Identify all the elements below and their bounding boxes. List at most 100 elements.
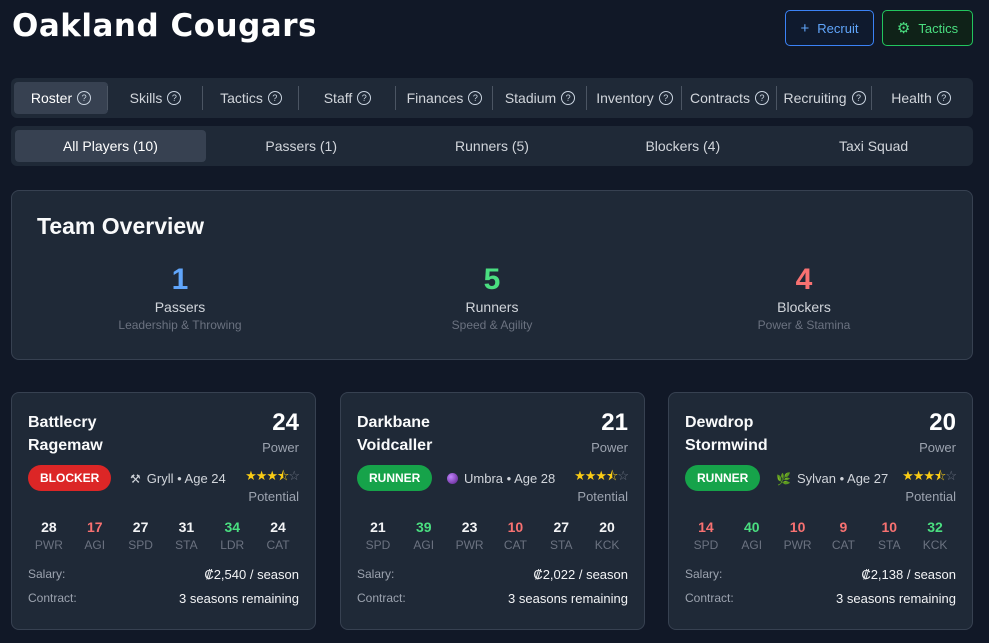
stat-label: AGI [741, 538, 763, 552]
stat-value: 21 [370, 519, 386, 535]
player-card[interactable]: Darkbane Voidcaller 21 Power RUNNER Umbr… [340, 392, 645, 630]
tactics-button[interactable]: ⚙ Tactics [882, 10, 973, 46]
player-power: 20 Power [919, 409, 956, 455]
potential-label: Potential [905, 489, 956, 504]
star-full-icon: ★ [902, 468, 914, 483]
stat-value: 28 [41, 519, 57, 535]
tab-roster[interactable]: Roster ? [14, 82, 108, 114]
stat-pwr: 23 PWR [447, 519, 493, 552]
star-full-icon: ★ [255, 468, 268, 483]
tab-inventory[interactable]: Inventory ? [587, 82, 682, 114]
filter-passers[interactable]: Passers (1) [206, 130, 397, 162]
stat-pwr: 10 PWR [775, 519, 821, 552]
stat-label: STA [175, 538, 198, 552]
contract-row: Contract: 3 seasons remaining [28, 591, 299, 606]
stat-value: 20 [599, 519, 615, 535]
player-name-last: Ragemaw [28, 437, 103, 454]
player-card[interactable]: Dewdrop Stormwind 20 Power RUNNER 🌿 Sylv… [668, 392, 973, 630]
star-empty-icon: ☆ [288, 468, 300, 483]
help-icon[interactable]: ? [754, 91, 769, 105]
overview-runners: 5 Runners Speed & Agility [362, 263, 622, 332]
stat-value: 27 [132, 519, 149, 535]
stat-label: SPD [693, 538, 719, 552]
help-icon[interactable]: ? [561, 91, 576, 105]
help-icon[interactable]: ? [658, 91, 673, 105]
tactics-label: Tactics [918, 20, 959, 36]
player-name-first: Darkbane [357, 414, 430, 431]
tab-stadium[interactable]: Stadium ? [493, 82, 587, 114]
star-full-icon: ★ [584, 468, 597, 483]
help-icon[interactable]: ? [936, 91, 951, 105]
tab-label: Stadium [504, 90, 557, 106]
leaf-icon: 🌿 [776, 471, 791, 486]
stat-kck: 20 KCK [584, 519, 630, 552]
stat-value: 24 [270, 519, 286, 535]
passers-count: 1 [171, 263, 189, 296]
race-age: Sylvan • Age 27 [796, 471, 889, 486]
player-name-first: Battlecry [28, 414, 97, 431]
star-full-icon: ★ [923, 468, 935, 483]
role-badge: RUNNER [357, 465, 433, 491]
help-icon[interactable]: ? [77, 91, 92, 105]
stat-value: 10 [789, 519, 806, 535]
filter-runners[interactable]: Runners (5) [397, 130, 588, 162]
tab-label: Staff [323, 90, 353, 106]
star-empty-icon: ☆ [945, 468, 957, 483]
stat-row: 28 PWR 17 AGI 27 SPD 31 STA 34 LDR 24 CAT [26, 519, 301, 552]
stat-value: 32 [927, 519, 943, 535]
star-half-icon: ⯪ [277, 468, 289, 483]
team-title: Oakland Cougars [12, 8, 317, 44]
race-age: Umbra • Age 28 [464, 471, 556, 486]
stat-value: 34 [224, 519, 241, 535]
help-icon[interactable]: ? [357, 91, 372, 105]
stat-label: KCK [922, 538, 948, 552]
filter-all-players[interactable]: All Players (10) [15, 130, 206, 162]
tab-label: Finances [406, 90, 464, 106]
salary-label: Salary: [685, 567, 723, 581]
help-icon[interactable]: ? [468, 91, 483, 105]
contract-value: 3 seasons remaining [179, 591, 299, 606]
stat-sta: 27 STA [538, 519, 584, 552]
player-card[interactable]: Battlecry Ragemaw 24 Power BLOCKER ⚒ Gry… [11, 392, 316, 630]
tab-contracts[interactable]: Contracts ? [682, 82, 777, 114]
stat-label: SPD [128, 538, 153, 552]
stat-cat: 9 CAT [820, 519, 866, 552]
power-label: Power [262, 440, 299, 455]
recruit-button[interactable]: + Recruit [785, 10, 874, 46]
stat-agi: 17 AGI [72, 519, 118, 552]
tab-skills[interactable]: Skills ? [108, 82, 203, 114]
stat-label: AGI [413, 538, 435, 552]
stat-label: LDR [220, 538, 245, 552]
tab-staff[interactable]: Staff ? [299, 82, 396, 114]
plus-icon: + [800, 19, 810, 37]
filter-taxi-squad[interactable]: Taxi Squad [778, 130, 969, 162]
salary-value: ₡2,540 / season [204, 567, 299, 582]
star-full-icon: ★ [245, 468, 257, 483]
stat-label: SPD [365, 538, 391, 552]
help-icon[interactable]: ? [167, 91, 182, 105]
stat-ldr: 34 LDR [209, 519, 255, 552]
stat-spd: 27 SPD [118, 519, 164, 552]
passers-label: Passers [154, 299, 206, 315]
filter-blockers[interactable]: Blockers (4) [587, 130, 778, 162]
star-empty-icon: ☆ [617, 468, 629, 483]
stat-value: 10 [881, 519, 898, 535]
contract-value: 3 seasons remaining [836, 591, 956, 606]
tab-tactics[interactable]: Tactics ? [203, 82, 299, 114]
race-info: ⚒ Gryll • Age 24 [130, 471, 226, 486]
help-icon[interactable]: ? [851, 91, 866, 105]
tab-health[interactable]: Health ? [872, 82, 970, 114]
tab-recruiting[interactable]: Recruiting ? [777, 82, 872, 114]
help-icon[interactable]: ? [267, 91, 282, 105]
stat-value: 10 [507, 519, 524, 535]
contract-row: Contract: 3 seasons remaining [685, 591, 956, 606]
power-label: Power [591, 440, 628, 455]
stat-sta: 31 STA [163, 519, 209, 552]
race-info: Umbra • Age 28 [447, 471, 555, 486]
recruit-label: Recruit [817, 20, 859, 36]
race-info: 🌿 Sylvan • Age 27 [776, 471, 888, 486]
power-value: 20 [929, 409, 956, 436]
stat-value: 17 [86, 519, 103, 535]
contract-label: Contract: [28, 591, 77, 605]
tab-finances[interactable]: Finances ? [396, 82, 493, 114]
